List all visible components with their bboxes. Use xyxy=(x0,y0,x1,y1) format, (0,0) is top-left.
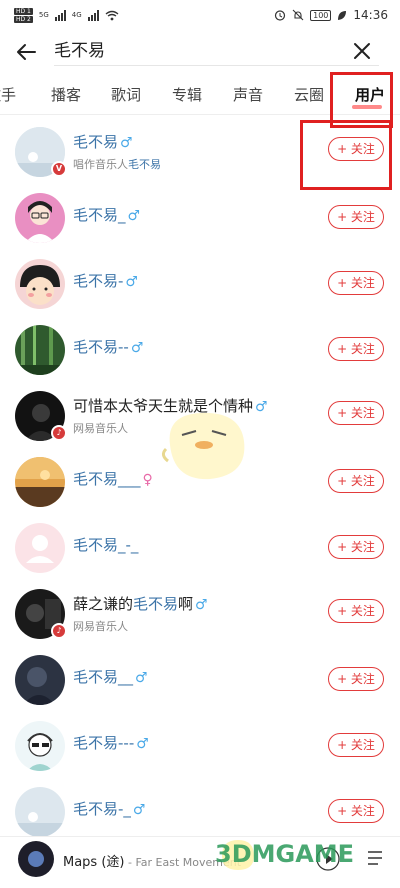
user-name: 毛不易-_ ♂ xyxy=(73,798,145,819)
status-bar: HD 1 HD 2 5G 4G 100 14:36 xyxy=(0,0,400,30)
follow-button-highlight xyxy=(300,120,392,190)
follow-button[interactable]: + 关注 xyxy=(328,469,384,493)
male-icon: ♂ xyxy=(127,208,141,224)
user-name-text: 毛不易___ xyxy=(73,470,141,488)
avatar xyxy=(15,457,65,507)
tab-voice[interactable]: 声音 xyxy=(233,84,263,105)
female-icon: ♀ xyxy=(142,472,153,488)
search-input[interactable]: 毛不易 xyxy=(54,38,379,66)
musician-badge-icon: ♪ xyxy=(51,623,67,639)
playlist-icon[interactable] xyxy=(366,847,388,869)
verified-badge-icon: V xyxy=(51,161,67,177)
male-icon: ♂ xyxy=(135,670,148,686)
list-item[interactable]: 毛不易_-_ + 关注 xyxy=(0,515,400,581)
user-name-suffix: 啊 xyxy=(178,595,194,613)
battery-indicator: 100 xyxy=(310,9,332,21)
male-icon: ♂ xyxy=(130,340,144,356)
signal1-icon xyxy=(54,9,66,21)
user-name-text: 毛不易_ xyxy=(73,206,126,224)
list-item[interactable]: 毛不易-- ♂ + 关注 xyxy=(0,317,400,383)
subtitle-text: 网易音乐人 xyxy=(73,620,128,633)
follow-button[interactable]: + 关注 xyxy=(328,337,384,361)
user-name-text: 毛不易_-_ xyxy=(73,536,139,554)
user-name: 毛不易_-_ xyxy=(73,534,138,555)
follow-button[interactable]: + 关注 xyxy=(328,401,384,425)
user-name: 毛不易___ ♀ xyxy=(73,468,153,489)
leaf-icon xyxy=(338,10,347,20)
avatar xyxy=(15,193,65,243)
musician-badge-icon: ♪ xyxy=(51,425,67,441)
list-item[interactable]: 毛不易__ ♂ + 关注 xyxy=(0,647,400,713)
user-name: 毛不易_ ♂ xyxy=(73,204,140,225)
tab-album[interactable]: 专辑 xyxy=(172,84,202,105)
user-name: 毛不易- ♂ xyxy=(73,270,138,291)
sim2-label: HD 2 xyxy=(14,15,33,23)
song-title: Maps (途) xyxy=(63,855,125,870)
network2-label: 4G xyxy=(71,11,82,19)
wifi-icon xyxy=(105,10,119,20)
back-arrow-icon[interactable] xyxy=(14,40,38,64)
follow-button[interactable]: + 关注 xyxy=(328,733,384,757)
mascot-chick-icon xyxy=(161,412,245,480)
search-header: 毛不易 xyxy=(0,30,400,74)
tab-podcast[interactable]: 播客 xyxy=(51,84,81,105)
watermark: 3DMGAME xyxy=(215,840,355,868)
avatar xyxy=(15,259,65,309)
user-name-text: 毛不易- xyxy=(73,272,124,290)
user-name: 毛不易--- ♂ xyxy=(73,732,149,753)
subtitle-highlight: 毛不易 xyxy=(128,158,161,171)
subtitle-text: 网易音乐人 xyxy=(73,422,128,435)
avatar xyxy=(15,655,65,705)
album-disc[interactable] xyxy=(18,841,54,877)
status-left: HD 1 HD 2 5G 4G xyxy=(14,7,119,23)
list-item[interactable]: 毛不易- ♂ + 关注 xyxy=(0,251,400,317)
user-subtitle: 唱作音乐人毛不易 xyxy=(73,156,161,172)
avatar xyxy=(15,721,65,771)
follow-button[interactable]: + 关注 xyxy=(328,667,384,691)
avatar xyxy=(15,787,65,837)
user-name-text: 毛不易--- xyxy=(73,734,135,752)
network1-label: 5G xyxy=(38,11,49,19)
alarm-icon xyxy=(275,10,286,21)
list-item[interactable]: 毛不易--- ♂ + 关注 xyxy=(0,713,400,779)
close-icon[interactable] xyxy=(350,39,374,63)
user-name: 薛之谦的毛不易啊 ♂ xyxy=(73,593,208,614)
sim-indicators: HD 1 HD 2 xyxy=(14,7,33,23)
user-subtitle: 网易音乐人 xyxy=(73,420,128,436)
male-icon: ♂ xyxy=(132,802,146,818)
follow-button[interactable]: + 关注 xyxy=(328,799,384,823)
male-icon: ♂ xyxy=(255,399,268,415)
tab-circle[interactable]: 云圈 xyxy=(294,84,324,105)
mute-bell-icon xyxy=(292,9,304,21)
list-item[interactable]: 毛不易_ ♂ + 关注 xyxy=(0,185,400,251)
user-name-text: 毛不易-_ xyxy=(73,800,131,818)
follow-button[interactable]: + 关注 xyxy=(328,535,384,559)
user-name-text: 毛不易__ xyxy=(73,668,134,686)
subtitle-text: 唱作音乐人 xyxy=(73,158,128,171)
tab-lyrics[interactable]: 歌词 xyxy=(111,84,141,105)
status-right: 100 14:36 xyxy=(274,8,388,22)
user-name-text: 毛不易 xyxy=(133,595,179,613)
male-icon: ♂ xyxy=(195,597,208,613)
male-icon: ♂ xyxy=(120,135,133,151)
user-name: 毛不易 ♂ xyxy=(73,131,133,152)
user-name-text: 毛不易-- xyxy=(73,338,129,356)
user-name-prefix: 薛之谦的 xyxy=(73,595,134,613)
clock: 14:36 xyxy=(353,8,388,22)
follow-button[interactable]: + 关注 xyxy=(328,205,384,229)
tab-singer[interactable]: 歌手 xyxy=(0,84,16,105)
male-icon: ♂ xyxy=(125,274,138,290)
list-item[interactable]: ♪ 薛之谦的毛不易啊 ♂ 网易音乐人 + 关注 xyxy=(0,581,400,647)
user-name: 毛不易-- ♂ xyxy=(73,336,143,357)
sim1-label: HD 1 xyxy=(14,7,33,15)
avatar xyxy=(15,325,65,375)
follow-button[interactable]: + 关注 xyxy=(328,599,384,623)
user-name-text: 毛不易 xyxy=(73,133,119,151)
signal2-icon xyxy=(87,9,99,21)
follow-button[interactable]: + 关注 xyxy=(328,271,384,295)
user-name: 毛不易__ ♂ xyxy=(73,666,148,687)
user-subtitle: 网易音乐人 xyxy=(73,618,128,634)
male-icon: ♂ xyxy=(136,736,149,752)
avatar xyxy=(15,523,65,573)
